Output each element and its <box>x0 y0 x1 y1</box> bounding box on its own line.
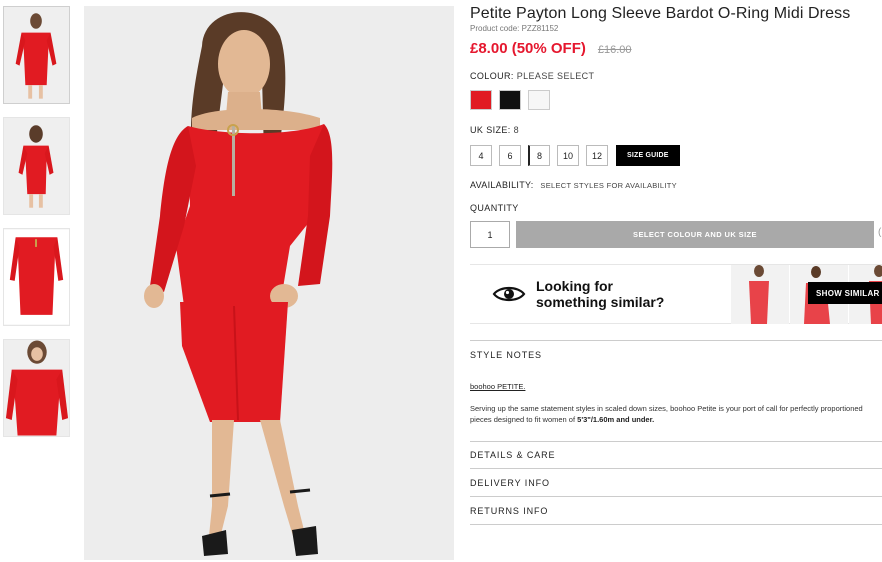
product-code-value: PZZ81152 <box>521 24 559 33</box>
size-option-8[interactable]: 8 <box>528 145 550 166</box>
eye-icon <box>492 286 526 302</box>
colour-swatch-red[interactable] <box>470 90 492 110</box>
availability-note: SELECT STYLES FOR AVAILABILITY <box>540 181 677 190</box>
size-guide-button[interactable]: SIZE GUIDE <box>616 145 680 166</box>
size-label: UK SIZE: <box>470 125 511 135</box>
brand-link[interactable]: boohoo PETITE. <box>470 382 525 391</box>
similar-item-1-image <box>731 265 789 324</box>
product-info-panel: Petite Payton Long Sleeve Bardot O-Ring … <box>470 5 882 525</box>
details-care-accordion[interactable]: DETAILS & CARE <box>470 441 882 469</box>
size-option-4[interactable]: 4 <box>470 145 492 166</box>
thumbnail-closeup[interactable] <box>3 339 70 437</box>
similar-heading-line1: Looking for <box>536 278 613 294</box>
main-product-image[interactable] <box>84 6 454 560</box>
thumbnail-front-image <box>4 7 69 103</box>
delivery-info-accordion[interactable]: DELIVERY INFO <box>470 469 882 497</box>
similar-heading: Looking for something similar? <box>536 278 664 310</box>
colour-swatch-black[interactable] <box>499 90 521 110</box>
similar-item-image[interactable] <box>731 265 789 324</box>
product-code: Product code: PZZ81152 <box>470 24 882 33</box>
add-to-bag-button[interactable]: SELECT COLOUR AND UK SIZE <box>516 221 874 248</box>
thumbnail-flat[interactable] <box>3 228 70 326</box>
style-notes-description: Serving up the same statement styles in … <box>470 403 880 425</box>
product-title: Petite Payton Long Sleeve Bardot O-Ring … <box>470 5 851 22</box>
thumbnail-front[interactable] <box>3 6 70 104</box>
style-notes-section: STYLE NOTES boohoo PETITE. Serving up th… <box>470 340 882 425</box>
model-in-red-dress-image <box>84 6 454 560</box>
size-option-6[interactable]: 6 <box>499 145 521 166</box>
show-similar-button[interactable]: SHOW SIMILAR <box>808 282 882 304</box>
size-label-row: UK SIZE: 8 <box>470 125 519 135</box>
price-row: £8.00 (50% OFF) £16.00 <box>470 40 882 57</box>
product-code-label: Product code: <box>470 24 522 33</box>
description-text: Serving up the same statement styles in … <box>470 404 863 424</box>
availability-row: AVAILABILITY: SELECT STYLES FOR AVAILABI… <box>470 180 677 190</box>
size-option-10[interactable]: 10 <box>557 145 579 166</box>
colour-swatches <box>470 90 550 110</box>
size-value: 8 <box>513 125 520 135</box>
thumbnail-flat-image <box>4 229 69 325</box>
similar-heading-line2: something similar? <box>536 294 665 310</box>
similar-items-banner: Looking for something similar? SHOW SIMI… <box>470 264 882 324</box>
returns-info-accordion[interactable]: RETURNS INFO <box>470 497 882 525</box>
colour-value: PLEASE SELECT <box>516 71 595 81</box>
thumbnail-gallery <box>3 6 71 450</box>
colour-label-row: COLOUR: PLEASE SELECT <box>470 71 594 81</box>
colour-label: COLOUR: <box>470 71 514 81</box>
sale-price: £8.00 (50% OFF) <box>470 40 586 57</box>
size-options: 4 6 8 10 12 SIZE GUIDE <box>470 145 680 166</box>
style-notes-title: STYLE NOTES <box>470 350 542 360</box>
help-icon[interactable]: ( <box>878 227 881 238</box>
thumbnail-closeup-image <box>4 340 69 436</box>
original-price: £16.00 <box>597 44 632 56</box>
colour-swatch-white[interactable] <box>528 90 550 110</box>
quantity-input[interactable]: 1 <box>470 221 510 248</box>
description-bold-text: 5'3"/1.60m and under. <box>577 415 655 424</box>
thumbnail-back[interactable] <box>3 117 70 215</box>
availability-label: AVAILABILITY: <box>470 180 534 190</box>
thumbnail-back-image <box>4 118 69 214</box>
quantity-label: QUANTITY <box>470 203 519 213</box>
size-option-12[interactable]: 12 <box>586 145 608 166</box>
